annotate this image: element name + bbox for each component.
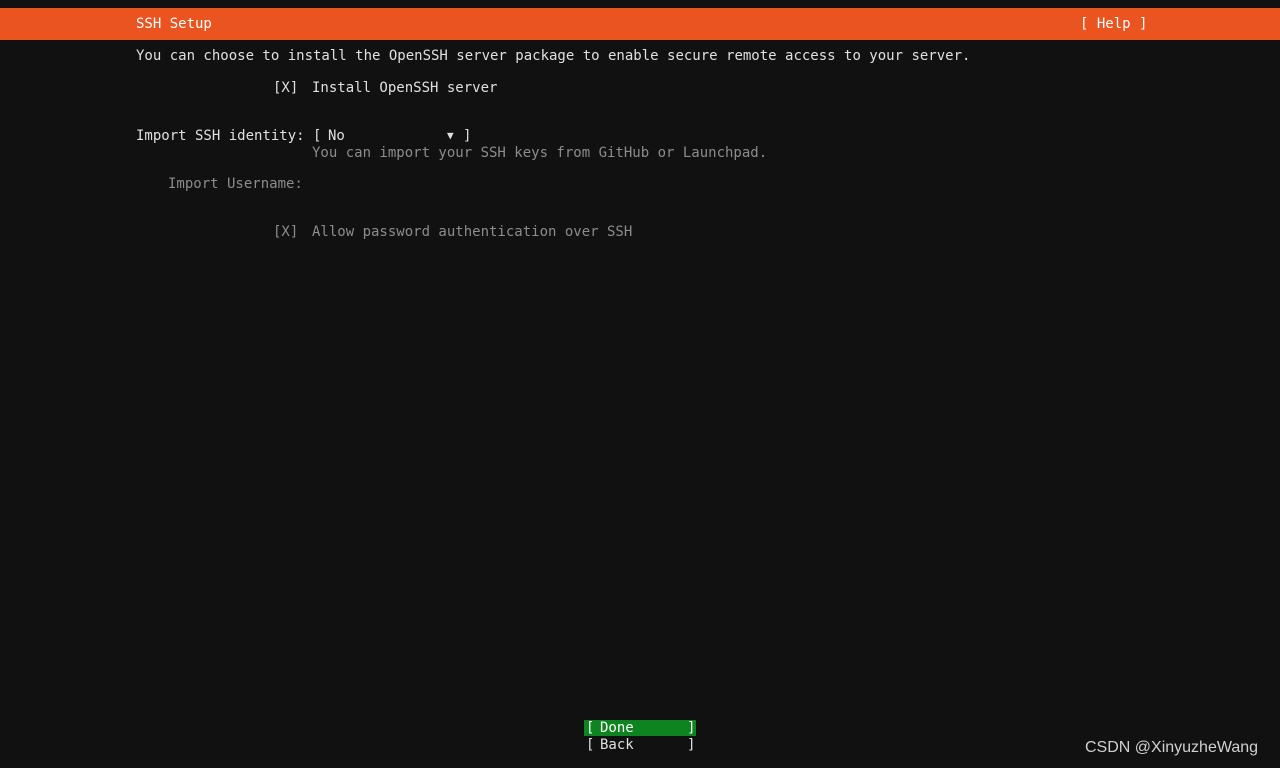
done-button[interactable]: [ Done ]	[584, 720, 696, 736]
select-bracket-left: [	[313, 128, 322, 144]
back-label: Back	[600, 737, 634, 753]
header-bar: SSH Setup [ Help ]	[0, 8, 1280, 40]
done-bracket-right: ]	[687, 720, 696, 736]
done-bracket-left: [	[586, 720, 595, 736]
back-bracket-right: ]	[687, 737, 696, 753]
intro-text: You can choose to install the OpenSSH se…	[136, 48, 971, 64]
page-title: SSH Setup	[136, 16, 212, 32]
import-identity-select[interactable]: [ No ▼ ]	[313, 128, 471, 144]
allow-password-label[interactable]: Allow password authentication over SSH	[312, 224, 632, 240]
import-username-input[interactable]	[312, 176, 712, 192]
done-label: Done	[600, 720, 634, 736]
allow-password-checkbox[interactable]: [X]	[273, 224, 298, 240]
dropdown-arrow-icon: ▼	[447, 129, 454, 142]
install-openssh-checkbox[interactable]: [X]	[273, 80, 298, 96]
top-strip	[0, 0, 1280, 8]
select-value: No	[328, 128, 345, 144]
install-openssh-label[interactable]: Install OpenSSH server	[312, 80, 497, 96]
select-bracket-right: ]	[463, 128, 472, 144]
back-bracket-left: [	[586, 737, 595, 753]
back-button[interactable]: [ Back ]	[584, 737, 696, 753]
import-identity-label: Import SSH identity:	[136, 128, 305, 144]
help-button[interactable]: [ Help ]	[1080, 16, 1147, 32]
watermark-text: CSDN @XinyuzheWang	[1085, 739, 1259, 756]
import-identity-hint: You can import your SSH keys from GitHub…	[312, 145, 768, 161]
import-username-label: Import Username:	[168, 176, 303, 192]
